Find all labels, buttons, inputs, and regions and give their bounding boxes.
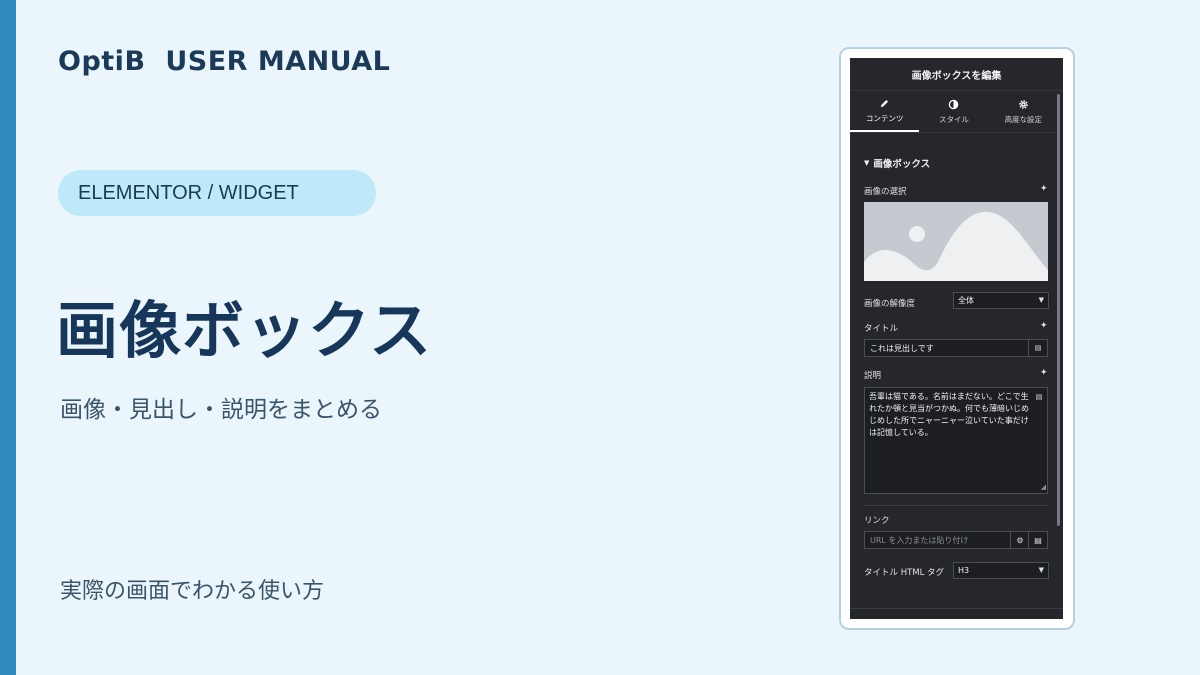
link-label: リンク [864, 516, 890, 526]
dynamic-tags-icon[interactable]: ▤ [1032, 390, 1046, 404]
tab-style[interactable]: スタイル [919, 91, 988, 132]
tab-label: 高度な設定 [1004, 114, 1043, 124]
elementor-panel: 画像ボックスを編集 コンテンツ スタイル 高度な設定 ▼ 画像ボックス 画像の選… [850, 58, 1063, 619]
image-placeholder-icon [864, 202, 1048, 281]
section-toggle[interactable]: ▼ 画像ボックス [864, 156, 930, 170]
link-input[interactable]: URL を入力または貼り付け ⚙ ▤ [864, 531, 1048, 549]
html-tag-label: タイトル HTML タグ [864, 568, 945, 578]
section-title: 画像ボックス [873, 159, 931, 170]
divider [864, 505, 1048, 506]
title-value: これは見出しです [870, 343, 934, 353]
link-options-gear-icon[interactable]: ⚙ [1010, 532, 1029, 548]
tab-label: コンテンツ [865, 113, 904, 123]
description-label: 説明 [864, 371, 882, 381]
contrast-icon [949, 99, 959, 109]
ai-sparkle-icon[interactable]: ✦ [1040, 368, 1048, 378]
image-label: 画像の選択 [864, 187, 907, 197]
tab-advanced[interactable]: 高度な設定 [989, 91, 1058, 132]
description-textarea[interactable]: 吾輩は猫である。名前はまだない。どこで生れたか頓と見当がつかぬ。何でも薄暗いじめ… [864, 387, 1048, 494]
page-footnote: 実際の画面でわかる使い方 [60, 579, 325, 604]
accent-bar [0, 0, 16, 675]
resolution-select[interactable]: 全体 ▼ [953, 292, 1049, 309]
category-label: ELEMENTOR / WIDGET [78, 181, 299, 204]
panel-tabs: コンテンツ スタイル 高度な設定 [850, 91, 1058, 133]
link-placeholder: URL を入力または貼り付け [870, 535, 969, 545]
gear-icon [1019, 99, 1028, 109]
image-picker[interactable] [864, 202, 1048, 281]
caret-down-icon: ▼ [1038, 296, 1044, 304]
ai-sparkle-icon[interactable]: ✦ [1040, 184, 1048, 194]
divider [850, 608, 1063, 609]
dynamic-tags-icon[interactable]: ▤ [1028, 340, 1047, 356]
description-value: 吾輩は猫である。名前はまだない。どこで生れたか頓と見当がつかぬ。何でも薄暗いじめ… [869, 392, 1029, 437]
resize-handle-icon[interactable]: ◢ [1041, 481, 1046, 493]
pencil-icon [880, 99, 889, 107]
title-input[interactable]: これは見出しです ▤ [864, 339, 1048, 357]
title-label: タイトル [864, 324, 899, 334]
resolution-label: 画像の解像度 [864, 299, 916, 309]
scrollbar[interactable] [1057, 94, 1060, 526]
caret-down-icon: ▼ [1038, 566, 1044, 574]
html-tag-select[interactable]: H3 ▼ [953, 562, 1049, 579]
panel-header: 画像ボックスを編集 [850, 58, 1063, 91]
dynamic-tags-icon[interactable]: ▤ [1028, 532, 1047, 548]
caret-down-icon: ▼ [864, 159, 870, 167]
category-pill: ELEMENTOR / WIDGET [58, 170, 376, 216]
tab-content[interactable]: コンテンツ [850, 91, 920, 132]
page-title: 画像ボックス [56, 294, 433, 367]
brand-title: OptiB USER MANUAL [58, 46, 391, 77]
resolution-value: 全体 [958, 296, 974, 305]
ai-sparkle-icon[interactable]: ✦ [1040, 321, 1048, 331]
tab-label: スタイル [938, 114, 969, 124]
page-subtitle: 画像・見出し・説明をまとめる [60, 397, 382, 423]
html-tag-value: H3 [958, 566, 970, 575]
